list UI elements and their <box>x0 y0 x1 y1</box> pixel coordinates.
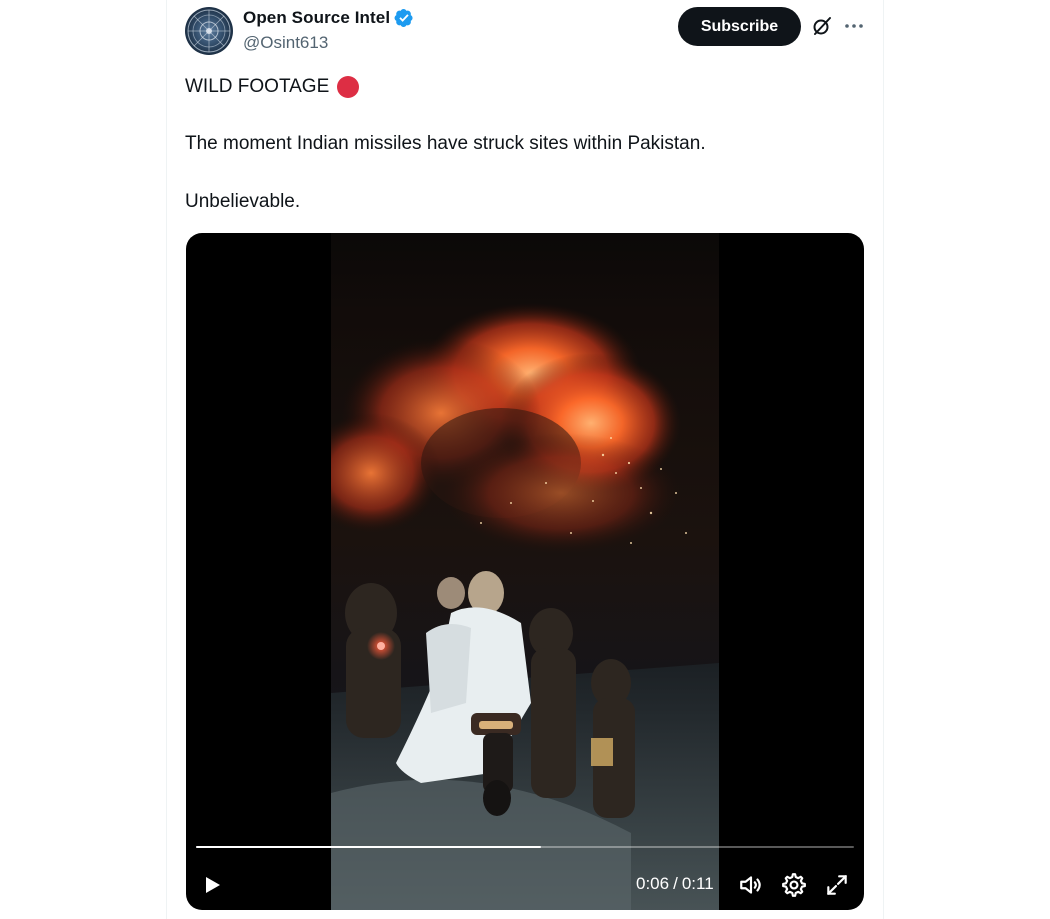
duration: 0:11 <box>681 874 714 893</box>
video-player[interactable]: 0:06 / 0:11 <box>186 233 864 910</box>
tweet-text-line-2: The moment Indian missiles have struck s… <box>185 133 706 154</box>
avatar-emblem-icon <box>187 9 231 53</box>
video-frame[interactable] <box>331 233 719 910</box>
video-time: 0:06 / 0:11 <box>636 874 714 894</box>
settings-icon[interactable] <box>781 872 807 898</box>
author-name-row[interactable]: Open Source Intel <box>243 8 414 28</box>
subscribe-button[interactable]: Subscribe <box>678 7 801 46</box>
more-icon[interactable] <box>842 14 866 38</box>
author-display-name[interactable]: Open Source Intel <box>243 8 390 28</box>
fullscreen-icon[interactable] <box>824 872 850 898</box>
avatar[interactable] <box>185 7 233 55</box>
tweet-text-line-3: Unbelievable. <box>185 191 301 212</box>
video-frame-image <box>331 303 719 910</box>
grok-icon[interactable] <box>810 14 834 38</box>
red-circle-icon <box>337 76 360 98</box>
video-progress-bar[interactable] <box>196 846 854 848</box>
time-separator: / <box>673 874 678 893</box>
tweet-headline: WILD FOOTAGE <box>185 76 330 97</box>
video-progress-fill <box>196 846 542 848</box>
tweet-text-line-1: WILD FOOTAGE <box>185 75 360 99</box>
author-handle[interactable]: @Osint613 <box>243 33 328 53</box>
current-time: 0:06 <box>636 874 670 893</box>
play-icon[interactable] <box>200 873 224 897</box>
verified-badge-icon <box>394 9 413 27</box>
volume-icon[interactable] <box>738 872 764 898</box>
